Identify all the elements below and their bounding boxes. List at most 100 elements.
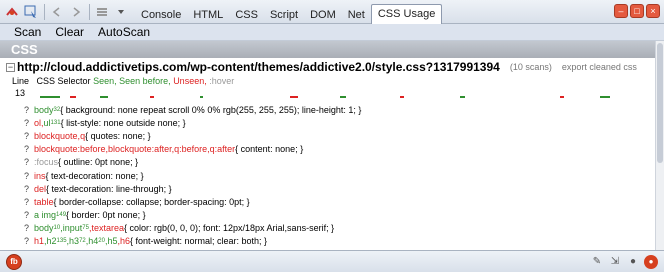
css-rules-list: ? body 32 { background: none repeat scroll… — [24, 103, 644, 261]
css-selector: blockquote — [34, 130, 78, 141]
css-selector: body — [34, 104, 54, 115]
tab-net[interactable]: Net — [342, 6, 371, 24]
firebug-status-icon[interactable]: fb — [6, 253, 22, 270]
addon-icon[interactable]: ● — [626, 255, 640, 269]
legend-seen-before: Seen before, — [119, 76, 171, 86]
legend-css-selector: CSS Selector — [36, 76, 91, 86]
css-usage-actions: Scan Clear AutoScan — [0, 24, 664, 41]
addon-status-icon[interactable]: ● — [644, 254, 658, 269]
selector-usage-count: 131 — [50, 119, 61, 126]
rule-status-marker: ? — [24, 236, 30, 247]
collapse-icon[interactable]: − — [6, 62, 15, 72]
css-rule-row[interactable]: ? blockquote, q { quotes: none; } — [24, 129, 644, 142]
css-selector: :focus — [34, 157, 59, 168]
css-rule-row[interactable]: ? body 32 { background: none repeat scroll… — [24, 103, 644, 116]
css-rule-row[interactable]: ? ins { text-decoration: none; } — [24, 169, 644, 182]
resize-icon[interactable]: ⇲ — [608, 255, 622, 269]
inspect-icon[interactable] — [22, 3, 40, 21]
forward-icon[interactable] — [67, 3, 85, 21]
panel-tabs: Console HTML CSS Script DOM Net CSS Usag… — [135, 0, 443, 24]
selector-usage-count: 135 — [56, 238, 67, 245]
css-selector: ,h5 — [104, 236, 118, 247]
legend-hover: :hover — [209, 76, 235, 86]
panel-menu-icon[interactable] — [93, 3, 111, 21]
detach-icon[interactable]: □ — [630, 4, 644, 18]
css-declaration: { content: none; } — [235, 144, 304, 155]
css-selector: ins — [34, 170, 46, 181]
selector-usage-count: 149 — [56, 212, 67, 219]
rule-status-marker: ? — [24, 117, 30, 128]
tab-dom[interactable]: DOM — [304, 6, 342, 24]
puzzle-icon[interactable]: ✎ — [590, 255, 604, 269]
css-declaration: { color: rgb(0, 0, 0); font: 12px/18px A… — [123, 223, 335, 234]
selector-usage-count: 20 — [98, 238, 105, 245]
css-rule-row[interactable]: ? a img 149 { border: 0pt none; } — [24, 209, 644, 222]
css-selector: ,input — [60, 223, 83, 234]
selector-usage-count: 10 — [53, 225, 61, 232]
css-rule-row[interactable]: ? :focus { outline: 0pt none; } — [24, 156, 644, 169]
clear-button[interactable]: Clear — [55, 25, 84, 39]
css-declaration: { outline: 0pt none; } — [58, 157, 139, 168]
rule-status-marker: ? — [24, 157, 30, 168]
css-declaration: { text-decoration: line-through; } — [46, 183, 172, 194]
rule-status-marker: ? — [24, 170, 30, 181]
css-selector: blockquote:before,blockquote:after,q:bef… — [34, 144, 236, 155]
css-declaration: { border-collapse: collapse; border-spac… — [53, 196, 250, 207]
rule-status-marker: ? — [24, 210, 30, 221]
chevron-down-icon[interactable] — [112, 3, 130, 21]
status-icons: ✎ ⇲ ● ● — [590, 254, 658, 269]
css-selector: a img — [34, 210, 57, 221]
css-rule-row[interactable]: ? body 10 ,input 75 ,textarea { color: rgb(0,… — [24, 222, 644, 235]
css-selector: ,h2 — [44, 236, 57, 247]
scan-count: (10 scans) — [509, 62, 552, 72]
vertical-scrollbar[interactable] — [655, 41, 664, 250]
rule-status-marker: ? — [24, 196, 30, 207]
tab-css-usage[interactable]: CSS Usage — [370, 3, 443, 24]
minimize-icon[interactable]: – — [614, 4, 628, 18]
minified-rule-markers — [40, 96, 610, 98]
selector-usage-count: 75 — [82, 225, 89, 232]
rule-status-marker: ? — [24, 223, 30, 234]
tab-html[interactable]: HTML — [187, 6, 229, 24]
css-declaration: { quotes: none; } — [85, 130, 151, 141]
selector-usage-count: 72 — [79, 238, 86, 245]
rule-status-marker: ? — [24, 104, 30, 115]
close-icon[interactable]: × — [646, 4, 660, 18]
export-link[interactable]: export cleaned css — [562, 62, 637, 72]
css-declaration: { font-weight: normal; clear: both; } — [129, 236, 268, 247]
tab-console[interactable]: Console — [135, 6, 187, 24]
firebug-menu-icon[interactable] — [3, 3, 21, 21]
css-declaration: { list-style: none outside none; } — [60, 117, 186, 128]
css-selector: del — [34, 183, 47, 194]
selector-usage-count: 32 — [53, 106, 61, 113]
css-selector: ,h4 — [85, 236, 99, 247]
css-declaration: { border: 0pt none; } — [66, 210, 146, 221]
back-icon[interactable] — [48, 3, 66, 21]
css-selector: table — [34, 196, 54, 207]
legend: Line CSS Selector Seen, Seen before, Uns… — [12, 76, 234, 86]
scrollbar-thumb[interactable] — [657, 43, 663, 163]
firebug-toolbar: Console HTML CSS Script DOM Net CSS Usag… — [0, 0, 664, 24]
window-buttons: – □ × — [614, 4, 660, 18]
css-rule-row[interactable]: ? blockquote:before,blockquote:after,q:be… — [24, 143, 644, 156]
rule-status-marker: ? — [24, 144, 30, 155]
css-selector: h1 — [34, 236, 45, 247]
line-number: 13 — [15, 88, 26, 98]
css-selector: ol — [34, 117, 42, 128]
autoscan-button[interactable]: AutoScan — [98, 25, 150, 39]
css-selector: body — [34, 223, 54, 234]
css-rule-row[interactable]: ? ol, ul 131 { list-style: none outside non… — [24, 116, 644, 129]
rule-status-marker: ? — [24, 183, 30, 194]
css-rule-row[interactable]: ? del { text-decoration: line-through; } — [24, 182, 644, 195]
stylesheet-url[interactable]: http://cloud.addictivetips.com/wp-conten… — [17, 60, 500, 74]
css-declaration: { text-decoration: none; } — [45, 170, 144, 181]
tab-script[interactable]: Script — [264, 6, 304, 24]
css-selector: ,textarea — [88, 223, 124, 234]
legend-line: Line — [12, 76, 30, 86]
tab-css[interactable]: CSS — [229, 6, 264, 24]
scan-button[interactable]: Scan — [14, 25, 41, 39]
css-rule-row[interactable]: ? table { border-collapse: collapse; bord… — [24, 195, 644, 208]
css-selector: ,h6 — [117, 236, 130, 247]
toolbar-separator — [44, 3, 45, 20]
css-rule-row[interactable]: ? h1 ,h2 135 ,h3 72 ,h4 20 ,h5 ,h6 { font-weight:… — [24, 235, 644, 248]
